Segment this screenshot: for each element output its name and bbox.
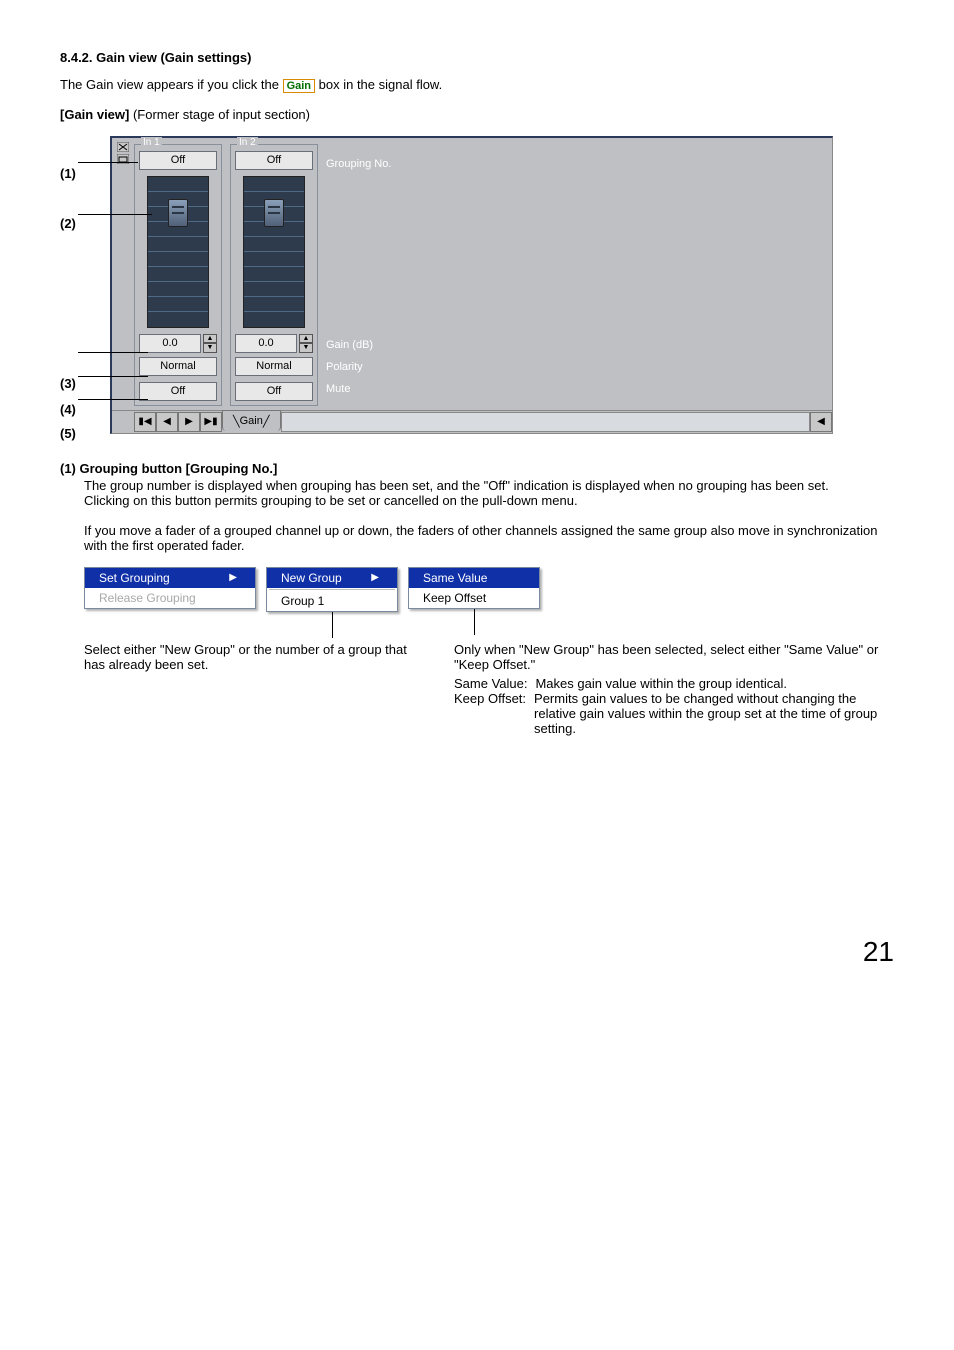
grouping-button-in1[interactable]: Off (139, 151, 217, 170)
connector-line-right (474, 609, 475, 635)
menu-release-grouping: Release Grouping (85, 588, 255, 608)
gain-box-label: Gain (283, 79, 315, 93)
connector-line-center (332, 612, 333, 638)
callout-4: (4) (60, 402, 110, 426)
callout-1: (1) (60, 166, 110, 194)
menu-set-grouping-label: Set Grouping (99, 571, 170, 585)
fader-in2[interactable] (243, 176, 305, 328)
nav-prev-button[interactable]: ◀ (156, 412, 178, 432)
keep-offset-def: Permits gain values to be changed withou… (534, 691, 894, 736)
fader-in1[interactable] (147, 176, 209, 328)
nav-last-button[interactable]: ▶▮ (200, 412, 222, 432)
gain-value-in2[interactable]: 0.0 (235, 334, 297, 353)
menu-new-group[interactable]: New Group ▶ (267, 568, 397, 588)
menu-set-grouping[interactable]: Set Grouping ▶ (85, 568, 255, 588)
menu-2: New Group ▶ Group 1 (266, 567, 398, 612)
section-heading: 8.4.2. Gain view (Gain settings) (60, 50, 894, 65)
tab-gain-label: Gain (240, 415, 263, 427)
menu-new-group-label: New Group (281, 571, 342, 585)
label-polarity: Polarity (326, 356, 391, 378)
callout-numbers: (1) (2) (3) (4) (5) (60, 136, 110, 441)
mute-button-in2[interactable]: Off (235, 382, 313, 401)
same-value-def: Makes gain value within the group identi… (535, 676, 786, 691)
gain-spinner-in2[interactable]: ▲▼ (299, 334, 313, 353)
page-number: 21 (60, 936, 894, 968)
submenu-arrow-icon-2: ▶ (371, 572, 379, 583)
grouping-button-in2[interactable]: Off (235, 151, 313, 170)
note-right: Only when "New Group" has been selected,… (454, 642, 894, 736)
label-mute: Mute (326, 378, 391, 400)
row-labels: Grouping No. Gain (dB) Polarity Mute (326, 138, 391, 400)
nav-first-button[interactable]: ▮◀ (134, 412, 156, 432)
tabs-row: ▮◀ ◀ ▶ ▶▮ ╲ Gain ╱ ◀ (112, 410, 832, 433)
fader-knob-in2[interactable] (264, 199, 284, 227)
menu-1: Set Grouping ▶ Release Grouping (84, 567, 256, 609)
anchor-line-3 (78, 352, 148, 353)
menu-3: Same Value Keep Offset (408, 567, 540, 609)
menu-same-value-label: Same Value (423, 571, 487, 585)
scroll-left-button[interactable]: ◀ (810, 412, 832, 432)
polarity-button-in1[interactable]: Normal (139, 357, 217, 376)
callout-5: (5) (60, 426, 110, 441)
intro-text-after: box in the signal flow. (319, 77, 443, 92)
note-left: Select either "New Group" or the number … (84, 642, 424, 736)
intro-text-before: The Gain view appears if you click the (60, 77, 283, 92)
callout-2: (2) (60, 194, 110, 376)
ch1-legend: In 1 (141, 137, 162, 148)
label-gain: Gain (dB) (326, 334, 391, 356)
gain-view-label: [Gain view] (Former stage of input secti… (60, 107, 894, 122)
same-value-term: Same Value: (454, 676, 527, 691)
gain-view-note: (Former stage of input section) (129, 107, 310, 122)
menu-keep-offset[interactable]: Keep Offset (409, 588, 539, 608)
label-grouping: Grouping No. (326, 150, 391, 178)
menu-same-value[interactable]: Same Value (409, 568, 539, 588)
intro-paragraph: The Gain view appears if you click the G… (60, 77, 894, 93)
mute-button-in1[interactable]: Off (139, 382, 217, 401)
tab-gain[interactable]: ╲ Gain ╱ (222, 410, 281, 431)
tab-scroll-area (281, 412, 811, 432)
channel-in1: In 1 Off 0.0 ▲▼ Normal Off (134, 138, 222, 406)
anchor-line-1 (78, 162, 138, 163)
menu-release-grouping-label: Release Grouping (99, 591, 196, 605)
item-1: (1) Grouping button [Grouping No.] The g… (60, 461, 894, 553)
keep-offset-term: Keep Offset: (454, 691, 526, 736)
ch2-legend: In 2 (237, 137, 258, 148)
item-1-title: (1) Grouping button [Grouping No.] (60, 461, 894, 476)
fader-knob-in1[interactable] (168, 199, 188, 227)
gain-view-bold: [Gain view] (60, 107, 129, 122)
context-menus: Set Grouping ▶ Release Grouping New Grou… (84, 567, 894, 638)
menu-group-1-label: Group 1 (281, 594, 324, 608)
close-icon[interactable] (117, 142, 129, 152)
item-1-p2: Clicking on this button permits grouping… (60, 493, 894, 508)
menu-divider (269, 589, 395, 590)
gain-value-in1[interactable]: 0.0 (139, 334, 201, 353)
nav-next-button[interactable]: ▶ (178, 412, 200, 432)
dock-handle[interactable] (112, 138, 134, 164)
item-1-p1: The group number is displayed when group… (60, 478, 894, 493)
gain-spinner-in1[interactable]: ▲▼ (203, 334, 217, 353)
anchor-line-2 (78, 214, 152, 215)
polarity-button-in2[interactable]: Normal (235, 357, 313, 376)
channel-in2: In 2 Off 0.0 ▲▼ Normal Off (230, 138, 318, 406)
anchor-line-4 (78, 376, 148, 377)
item-1-p3: If you move a fader of a grouped channel… (60, 523, 894, 553)
note-right-intro: Only when "New Group" has been selected,… (454, 642, 878, 672)
menu-group-1[interactable]: Group 1 (267, 591, 397, 611)
gain-view-window: In 1 Off 0.0 ▲▼ Normal Off (110, 136, 833, 434)
anchor-line-5 (78, 399, 148, 400)
menu-keep-offset-label: Keep Offset (423, 591, 486, 605)
submenu-arrow-icon: ▶ (229, 572, 237, 583)
